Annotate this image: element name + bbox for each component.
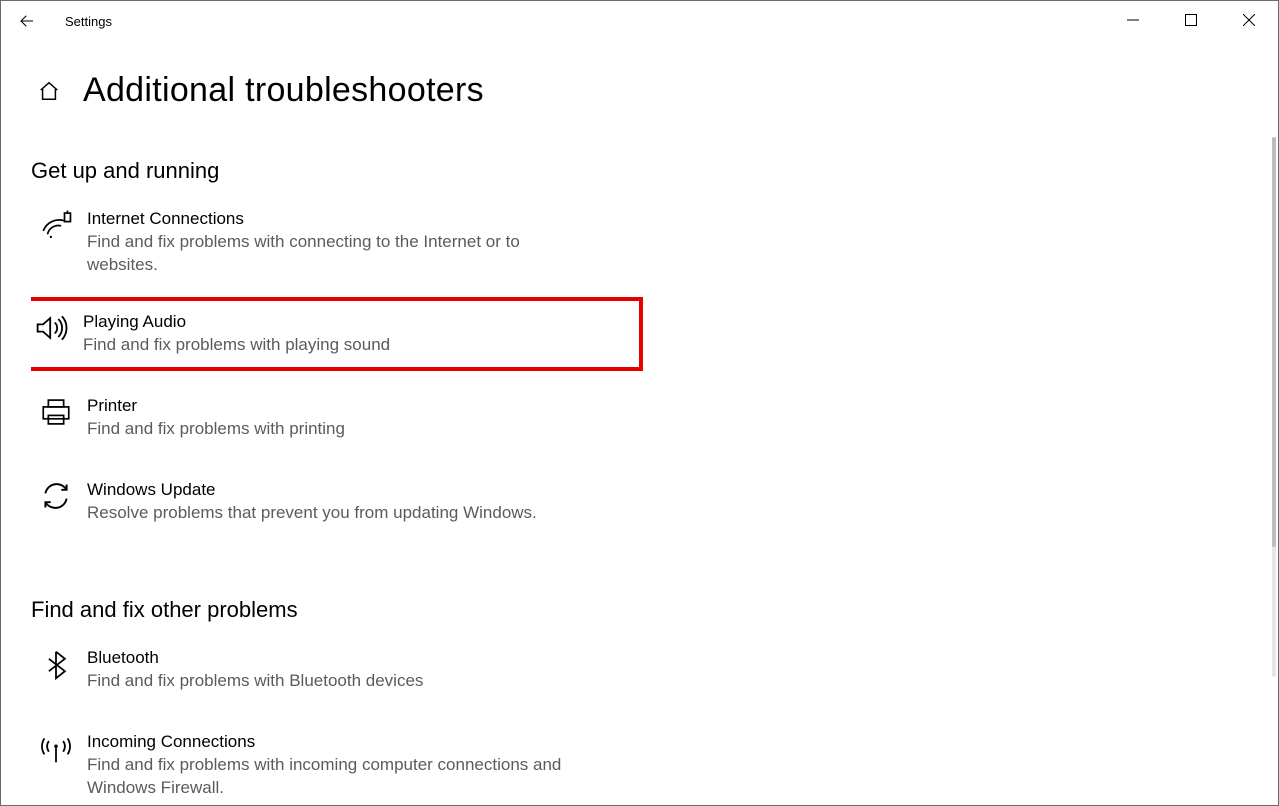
troubleshooter-printer[interactable]: Printer Find and fix problems with print… <box>31 381 651 455</box>
scrollbar-thumb[interactable] <box>1272 137 1276 547</box>
wifi-icon <box>37 208 75 240</box>
scrollbar-track[interactable] <box>1272 137 1276 677</box>
maximize-button[interactable] <box>1162 1 1220 39</box>
antenna-icon <box>37 731 75 765</box>
section-other-problems: Find and fix other problems <box>31 597 1266 623</box>
bluetooth-icon <box>37 647 75 681</box>
close-button[interactable] <box>1220 1 1278 39</box>
item-title: Printer <box>87 395 345 417</box>
item-title: Playing Audio <box>83 311 390 333</box>
item-desc: Find and fix problems with connecting to… <box>87 231 595 277</box>
item-desc: Find and fix problems with Bluetooth dev… <box>87 670 423 693</box>
back-button[interactable] <box>1 1 53 41</box>
troubleshooter-internet[interactable]: Internet Connections Find and fix proble… <box>31 194 651 291</box>
item-desc: Find and fix problems with printing <box>87 418 345 441</box>
troubleshooter-text: Playing Audio Find and fix problems with… <box>71 311 390 357</box>
speaker-icon <box>33 311 71 343</box>
titlebar: Settings <box>1 1 1278 41</box>
back-arrow-icon <box>18 12 36 30</box>
troubleshooter-text: Printer Find and fix problems with print… <box>75 395 345 441</box>
printer-icon <box>37 395 75 427</box>
troubleshooter-playing-audio[interactable]: Playing Audio Find and fix problems with… <box>31 297 643 371</box>
app-title: Settings <box>53 14 112 29</box>
troubleshooter-windows-update[interactable]: Windows Update Resolve problems that pre… <box>31 465 651 539</box>
settings-window: Settings Additional troubleshooters <box>0 0 1279 806</box>
troubleshooter-incoming-connections[interactable]: Incoming Connections Find and fix proble… <box>31 717 651 805</box>
section-get-running: Get up and running <box>31 158 1266 184</box>
page-title: Additional troubleshooters <box>83 71 484 110</box>
troubleshooter-text: Incoming Connections Find and fix proble… <box>75 731 595 800</box>
troubleshooter-bluetooth[interactable]: Bluetooth Find and fix problems with Blu… <box>31 633 651 707</box>
minimize-icon <box>1127 14 1139 26</box>
maximize-icon <box>1185 14 1197 26</box>
troubleshooter-text: Internet Connections Find and fix proble… <box>75 208 595 277</box>
titlebar-left: Settings <box>1 1 112 41</box>
item-desc: Resolve problems that prevent you from u… <box>87 502 537 525</box>
item-title: Windows Update <box>87 479 537 501</box>
item-title: Internet Connections <box>87 208 595 230</box>
content-area: Additional troubleshooters Get up and ru… <box>31 57 1266 805</box>
page-header: Additional troubleshooters <box>31 57 1266 110</box>
troubleshooter-text: Windows Update Resolve problems that pre… <box>75 479 537 525</box>
home-icon <box>38 80 60 102</box>
close-icon <box>1243 14 1255 26</box>
home-button[interactable] <box>37 79 61 103</box>
item-desc: Find and fix problems with playing sound <box>83 334 390 357</box>
sync-icon <box>37 479 75 511</box>
item-title: Incoming Connections <box>87 731 595 753</box>
item-title: Bluetooth <box>87 647 423 669</box>
item-desc: Find and fix problems with incoming comp… <box>87 754 595 800</box>
window-controls <box>1104 1 1278 41</box>
troubleshooter-text: Bluetooth Find and fix problems with Blu… <box>75 647 423 693</box>
minimize-button[interactable] <box>1104 1 1162 39</box>
